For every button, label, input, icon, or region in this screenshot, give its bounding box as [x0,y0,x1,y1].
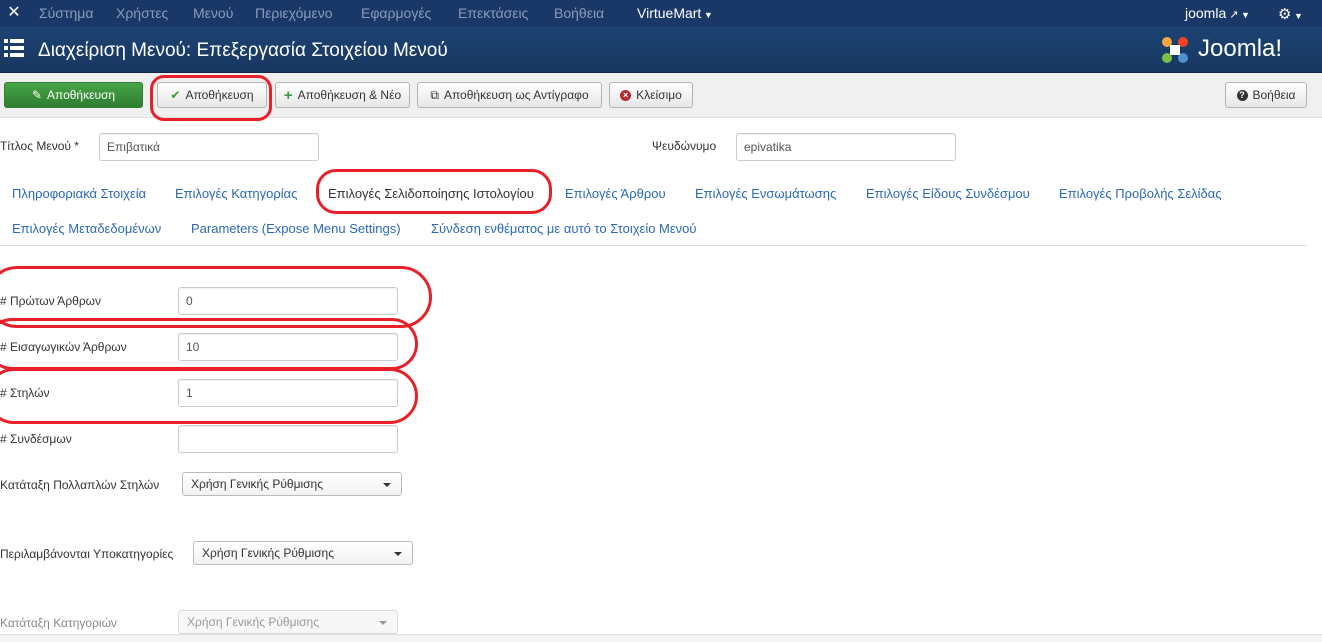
caret-down-icon [379,621,387,625]
tab-link-type-options[interactable]: Επιλογές Είδους Συνδέσμου [866,186,1030,201]
alias-input[interactable]: epivatika [736,133,956,161]
status-bar [0,634,1322,642]
menu-content[interactable]: Περιεχόμενο [255,5,333,21]
menu-virtuemart[interactable]: VirtueMart ▼ [637,5,713,21]
multi-column-order-select[interactable]: Χρήση Γενικής Ρύθμισης [182,472,402,496]
menu-menus[interactable]: Μενού [193,5,233,21]
question-icon: ? [1236,89,1248,101]
tab-category-options[interactable]: Επιλογές Κατηγορίας [175,186,297,201]
caret-down-icon: ▼ [701,10,713,20]
tab-integration-options[interactable]: Επιλογές Ενσωμάτωσης [695,186,836,201]
leading-articles-input[interactable]: 0 [178,287,398,315]
save-and-new-button[interactable]: + Αποθήκευση & Νέο [275,82,410,108]
plus-icon: + [283,86,293,104]
help-button[interactable]: ? Βοήθεια [1225,82,1307,108]
caret-down-icon [383,483,391,487]
joomla-brand-logo: Joomla! [1158,33,1308,67]
edit-icon: ✎ [31,88,42,102]
include-subcategories-label: Περιλαμβάνονται Υποκατηγορίες [0,547,174,561]
tab-blog-layout-options[interactable]: Επιλογές Σελιδοποίησης Ιστολογίου [328,186,534,201]
save-as-copy-button[interactable]: ⧉ Αποθήκευση ως Αντίγραφο [417,82,602,108]
menu-components[interactable]: Εφαρμογές [361,5,431,21]
page-title: Διαχείριση Μενού: Επεξεργασία Στοιχείου … [38,40,448,61]
tab-metadata-options[interactable]: Επιλογές Μεταδεδομένων [12,221,161,236]
copy-icon: ⧉ [430,88,439,102]
page-header: Διαχείριση Μενού: Επεξεργασία Στοιχείου … [0,27,1322,73]
columns-input[interactable]: 1 [178,379,398,407]
links-label: # Συνδέσμων [0,432,72,446]
save-button-primary[interactable]: ✎ Αποθήκευση [4,82,143,108]
intro-articles-input[interactable]: 10 [178,333,398,361]
close-button[interactable]: × Κλείσιμο [609,82,693,108]
toolbar: ✎ Αποθήκευση ✔ Αποθήκευση + Αποθήκευση & Νέ… [0,73,1322,118]
top-navbar: ✕ Σύστημα Χρήστες Μενού Περιεχόμενο Εφαρ… [0,0,1322,27]
user-menu[interactable]: joomla ↗ ▼ [1185,5,1250,21]
intro-articles-label: # Εισαγωγικών Άρθρων [0,340,127,354]
close-icon: × [620,89,632,101]
joomla-logo-icon [1162,37,1188,63]
alias-label: Ψευδώνυμο [652,139,717,153]
include-subcategories-select[interactable]: Χρήση Γενικής Ρύθμισης [193,541,413,565]
tab-divider [0,245,1307,246]
tab-module-assignment[interactable]: Σύνδεση ενθέματος με αυτό το Στοιχείο Με… [431,221,697,236]
menu-help[interactable]: Βοήθεια [554,5,604,21]
list-icon [4,39,24,59]
category-order-select[interactable]: Χρήση Γενικής Ρύθμισης [178,610,398,634]
columns-label: # Στηλών [0,386,50,400]
external-link-icon: ↗ [1226,9,1239,21]
tab-article-options[interactable]: Επιλογές Άρθρου [565,186,666,201]
menu-title-input[interactable]: Επιβατικά [99,133,319,161]
save-button[interactable]: ✔ Αποθήκευση [157,82,267,108]
tab-page-display-options[interactable]: Επιλογές Προβολής Σελίδας [1059,186,1222,201]
tab-expose-parameters[interactable]: Parameters (Expose Menu Settings) [191,221,401,236]
caret-down-icon [394,552,402,556]
multi-column-order-label: Κατάταξη Πολλαπλών Στηλών [0,478,160,492]
menu-extensions[interactable]: Επεκτάσεις [458,5,528,21]
gear-icon[interactable]: ⚙ ▼ [1278,5,1303,23]
check-icon: ✔ [170,88,181,102]
tab-details[interactable]: Πληροφοριακά Στοιχεία [12,186,146,201]
menu-title-label: Τίτλος Μενού * [0,139,79,153]
menu-system[interactable]: Σύστημα [39,5,93,21]
leading-articles-label: # Πρώτων Άρθρων [0,294,102,308]
menu-users[interactable]: Χρήστες [116,5,168,21]
caret-down-icon: ▼ [1238,10,1250,20]
links-input[interactable] [178,425,398,453]
joomla-logo-icon[interactable]: ✕ [4,4,24,22]
category-order-label: Κατάταξη Κατηγοριών [0,616,117,630]
